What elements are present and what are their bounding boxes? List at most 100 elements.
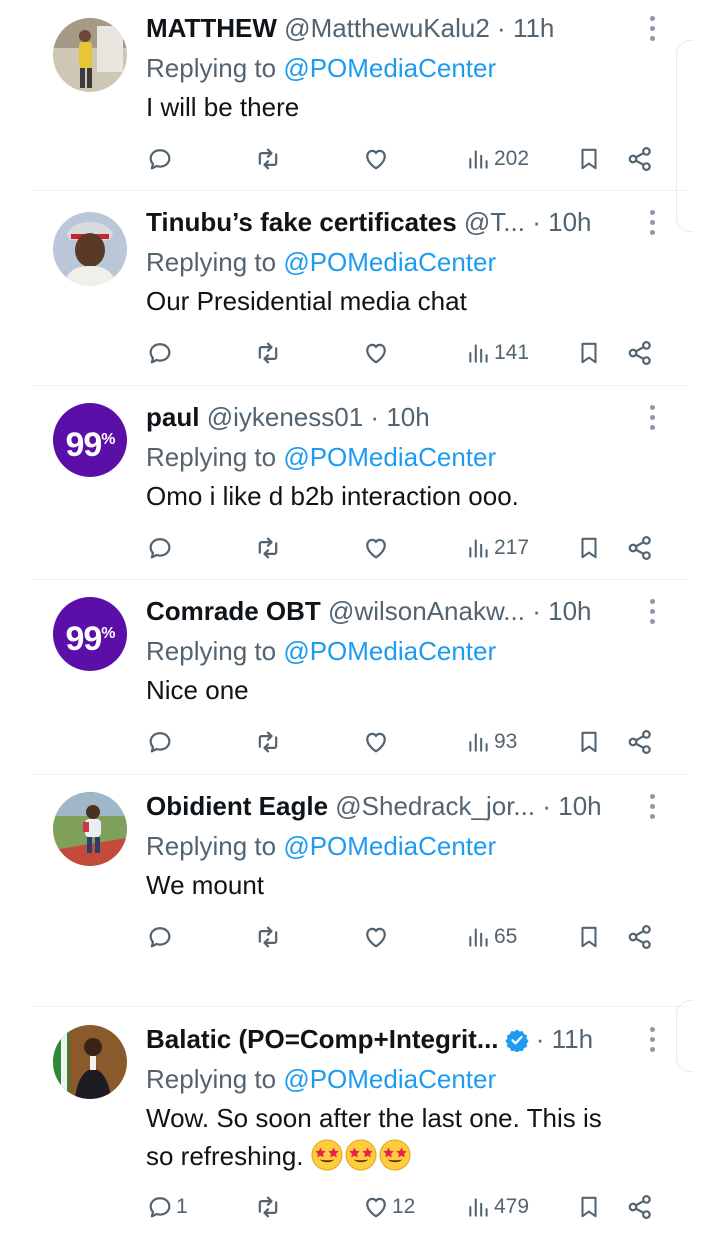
reply-button[interactable] [146, 139, 176, 179]
mention-link[interactable]: @POMediaCenter [283, 636, 496, 666]
views-button[interactable]: 65 [466, 917, 517, 957]
views-button[interactable]: 141 [466, 333, 529, 373]
retweet-button[interactable] [254, 333, 282, 373]
retweet-button[interactable] [254, 917, 282, 957]
reply-button[interactable] [146, 917, 176, 957]
share-button[interactable] [626, 528, 654, 568]
like-button[interactable] [362, 333, 392, 373]
share-icon [626, 534, 654, 562]
views-button[interactable]: 217 [466, 528, 529, 568]
share-button[interactable] [626, 917, 654, 957]
display-name[interactable]: Obidient Eagle [146, 791, 328, 821]
mention-link[interactable]: @POMediaCenter [283, 831, 496, 861]
views-button[interactable]: 202 [466, 139, 529, 179]
reply-tweet[interactable]: Balatic (PO=Comp+Integrit... · 11h Reply… [0, 1019, 690, 1236]
more-icon[interactable] [640, 208, 664, 236]
bookmark-icon [576, 535, 602, 561]
like-button[interactable] [362, 722, 392, 762]
display-name[interactable]: MATTHEW [146, 13, 277, 43]
timestamp[interactable]: 10h [386, 402, 429, 432]
like-count: 12 [392, 1195, 416, 1218]
share-icon [626, 923, 654, 951]
separator-dot: · [542, 791, 551, 821]
divider [32, 190, 688, 191]
badge-text: 99% [65, 620, 115, 658]
divider [32, 579, 688, 580]
reply-tweet[interactable]: Tinubu’s fake certificates @T... · 10h R… [0, 202, 690, 382]
avatar[interactable] [53, 18, 127, 92]
like-button[interactable] [362, 139, 392, 179]
bookmark-button[interactable] [576, 333, 602, 373]
retweet-button[interactable] [254, 139, 282, 179]
timestamp[interactable]: 10h [558, 791, 601, 821]
share-button[interactable] [626, 722, 654, 762]
share-button[interactable] [626, 1187, 654, 1227]
like-button[interactable] [362, 917, 392, 957]
timestamp[interactable]: 10h [548, 596, 591, 626]
star-struck-emoji [379, 1139, 411, 1171]
badge-text: 99% [65, 426, 115, 464]
more-icon[interactable] [640, 1025, 664, 1053]
display-name[interactable]: paul [146, 402, 199, 432]
tweet-header: MATTHEW @MatthewuKalu2 · 11h [146, 8, 554, 48]
retweet-button[interactable] [254, 528, 282, 568]
reply-tweet[interactable]: Obidient Eagle @Shedrack_jor... · 10h Re… [0, 786, 690, 966]
display-name[interactable]: Balatic (PO=Comp+Integrit... [146, 1024, 499, 1054]
star-struck-emoji [345, 1139, 377, 1171]
tweet-header: Tinubu’s fake certificates @T... · 10h [146, 202, 592, 242]
user-handle[interactable]: @wilsonAnakw... [328, 596, 525, 626]
timestamp[interactable]: 11h [552, 1024, 593, 1054]
tweet-header: Balatic (PO=Comp+Integrit... · 11h [146, 1019, 593, 1059]
reply-button[interactable] [146, 528, 176, 568]
display-name[interactable]: Tinubu’s fake certificates [146, 207, 457, 237]
bookmark-button[interactable] [576, 917, 602, 957]
views-button[interactable]: 479 [466, 1187, 529, 1227]
avatar[interactable] [53, 212, 127, 286]
bookmark-icon [576, 729, 602, 755]
tweet-text-line: Wow. So soon after the last one. This is [146, 1103, 602, 1133]
timestamp[interactable]: 11h [513, 13, 554, 43]
reply-button[interactable]: 1 [146, 1187, 188, 1227]
tweet-text-line: so refreshing. [146, 1137, 666, 1175]
user-handle[interactable]: @Shedrack_jor... [335, 791, 535, 821]
user-handle[interactable]: @iykeness01 [207, 402, 363, 432]
divider [32, 385, 688, 386]
share-button[interactable] [626, 139, 654, 179]
reply-tweet[interactable]: 99% Comrade OBT @wilsonAnakw... · 10h Re… [0, 591, 690, 771]
reply-tweet[interactable]: 99% paul @iykeness01 · 10h Replying to @… [0, 397, 690, 577]
avatar[interactable]: 99% [53, 403, 127, 477]
reply-tweet[interactable]: MATTHEW @MatthewuKalu2 · 11h Replying to… [0, 8, 690, 188]
more-icon[interactable] [640, 14, 664, 42]
mention-link[interactable]: @POMediaCenter [283, 247, 496, 277]
more-icon[interactable] [640, 792, 664, 820]
bookmark-icon [576, 340, 602, 366]
user-handle[interactable]: @MatthewuKalu2 [284, 13, 490, 43]
avatar[interactable] [53, 1025, 127, 1099]
action-bar: 1 12 479 [146, 1187, 666, 1227]
retweet-button[interactable] [254, 1187, 282, 1227]
more-icon[interactable] [640, 403, 664, 431]
display-name[interactable]: Comrade OBT [146, 596, 321, 626]
bookmark-button[interactable] [576, 722, 602, 762]
bookmark-button[interactable] [576, 1187, 602, 1227]
bookmark-button[interactable] [576, 139, 602, 179]
like-button[interactable] [362, 528, 392, 568]
avatar[interactable] [53, 792, 127, 866]
mention-link[interactable]: @POMediaCenter [283, 53, 496, 83]
tweet-text: Omo i like d b2b interaction ooo. [146, 481, 519, 511]
reply-button[interactable] [146, 722, 176, 762]
bookmark-button[interactable] [576, 528, 602, 568]
share-button[interactable] [626, 333, 654, 373]
mention-link[interactable]: @POMediaCenter [283, 442, 496, 472]
timestamp[interactable]: 10h [548, 207, 591, 237]
retweet-button[interactable] [254, 722, 282, 762]
views-button[interactable]: 93 [466, 722, 517, 762]
reply-button[interactable] [146, 333, 176, 373]
user-handle[interactable]: @T... [464, 207, 525, 237]
more-icon[interactable] [640, 597, 664, 625]
avatar[interactable]: 99% [53, 597, 127, 671]
divider [32, 1006, 688, 1007]
mention-link[interactable]: @POMediaCenter [283, 1064, 496, 1094]
verified-badge-icon[interactable] [504, 1028, 529, 1052]
like-button[interactable]: 12 [362, 1187, 415, 1227]
